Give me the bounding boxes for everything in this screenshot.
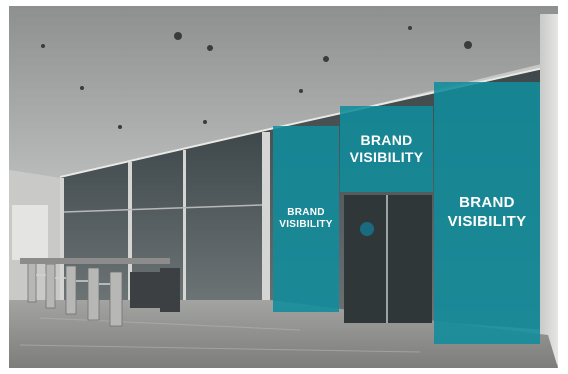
wall-panel (12, 205, 48, 260)
banner-right-line1: BRAND (459, 194, 515, 212)
door-sign (360, 222, 374, 236)
banner-right-line2: VISIBILITY (447, 213, 527, 230)
banner-center-line2: VISIBILITY (349, 149, 424, 165)
banner-left: BRAND VISIBILITY (273, 126, 339, 312)
banner-left-line2: VISIBILITY (279, 219, 333, 230)
lobby-scene: BRAND VISIBILITY BRAND VISIBILITY BRAND … (0, 0, 568, 374)
banner-center-line1: BRAND (360, 131, 413, 148)
banner-right: BRAND VISIBILITY (434, 82, 540, 344)
banner-left-line1: BRAND (287, 206, 325, 218)
banner-center: BRAND VISIBILITY (340, 106, 433, 192)
right-column (540, 14, 558, 364)
